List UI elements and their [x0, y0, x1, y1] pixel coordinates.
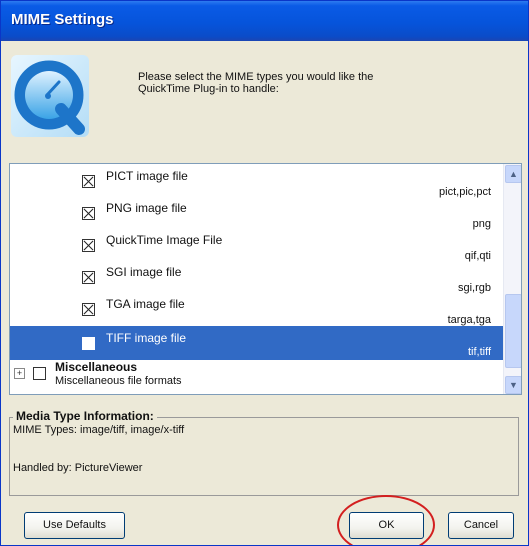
- item-label: PICT image file: [106, 169, 188, 183]
- cancel-button[interactable]: Cancel: [448, 512, 514, 539]
- category-checkbox[interactable]: [33, 367, 46, 380]
- item-checkbox[interactable]: [82, 239, 95, 252]
- item-checkbox[interactable]: [82, 337, 95, 350]
- use-defaults-button[interactable]: Use Defaults: [24, 512, 125, 539]
- title-bar[interactable]: MIME Settings: [1, 1, 528, 41]
- item-label: SGI image file: [106, 265, 182, 279]
- mime-settings-window: MIME Settings Please select the MIME typ…: [0, 0, 529, 546]
- list-item[interactable]: TGA image file targa,tga: [10, 292, 503, 326]
- handled-by-text: Handled by: PictureViewer: [13, 462, 143, 474]
- mime-type-list[interactable]: PICT image file pict,pic,pct PNG image f…: [9, 163, 522, 395]
- ok-highlight-circle: [337, 495, 435, 545]
- item-label: TIFF image file: [106, 331, 187, 345]
- item-extensions: targa,tga: [447, 314, 491, 326]
- list-item[interactable]: PNG image file png: [10, 196, 503, 230]
- item-label: QuickTime Image File: [106, 233, 223, 247]
- intro-text: Please select the MIME types you would l…: [138, 71, 374, 95]
- item-checkbox[interactable]: [82, 303, 95, 316]
- list-item[interactable]: QuickTime Image File qif,qti: [10, 228, 503, 262]
- scroll-up-arrow-icon[interactable]: ▲: [505, 165, 521, 183]
- item-checkbox[interactable]: [82, 271, 95, 284]
- list-item[interactable]: SGI image file sgi,rgb: [10, 260, 503, 294]
- expand-plus-icon[interactable]: +: [14, 368, 25, 379]
- scroll-down-arrow-icon[interactable]: ▼: [505, 376, 521, 394]
- quicktime-logo-icon: [11, 55, 89, 137]
- item-label: PNG image file: [106, 201, 187, 215]
- media-type-info-title: Media Type Information:: [13, 409, 157, 423]
- item-label: TGA image file: [106, 297, 185, 311]
- category-description: Miscellaneous file formats: [55, 375, 182, 387]
- list-item-selected[interactable]: TIFF image file tif,tiff: [10, 326, 503, 360]
- category-label: Miscellaneous: [55, 360, 138, 374]
- window-title: MIME Settings: [11, 11, 114, 28]
- item-checkbox[interactable]: [82, 207, 95, 220]
- mime-types-text: MIME Types: image/tiff, image/x-tiff: [13, 424, 185, 436]
- scrollbar-thumb[interactable]: [505, 294, 521, 368]
- item-extensions: tif,tiff: [467, 346, 491, 358]
- list-item[interactable]: PICT image file pict,pic,pct: [10, 164, 503, 198]
- item-checkbox[interactable]: [82, 175, 95, 188]
- list-scrollbar[interactable]: ▲ ▼: [503, 164, 521, 394]
